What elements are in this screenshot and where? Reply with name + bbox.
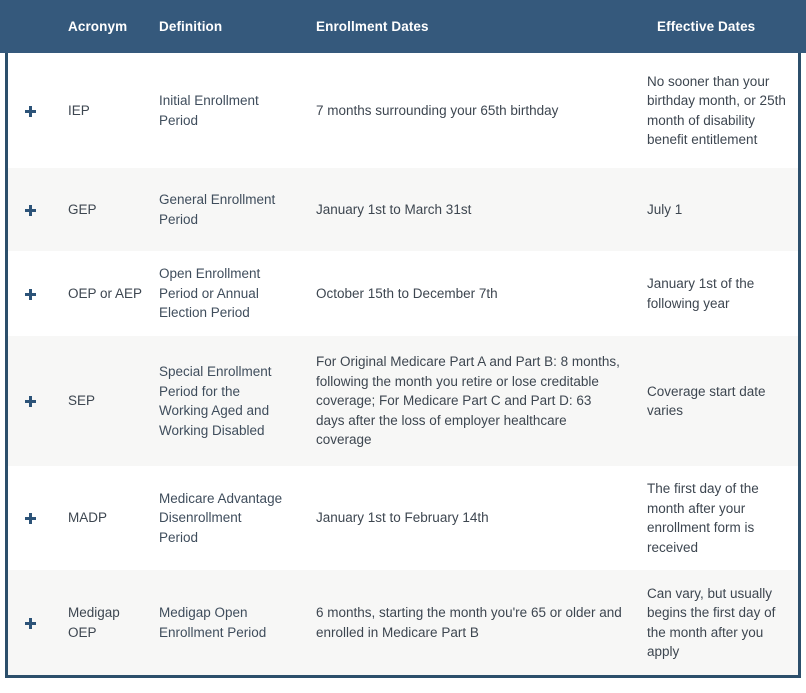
cell-definition: Initial Enrollment Period: [143, 91, 283, 130]
cell-enrollment-dates: October 15th to December 7th: [283, 284, 640, 304]
row-expand-toggle[interactable]: [8, 101, 53, 121]
table-body: IEPInitial Enrollment Period7 months sur…: [5, 53, 801, 678]
table-header-row: Acronym Definition Enrollment Dates Effe…: [0, 0, 806, 53]
cell-definition: General Enrollment Period: [143, 190, 283, 229]
cell-effective-dates: The first day of the month after your en…: [640, 479, 798, 557]
table-row[interactable]: IEPInitial Enrollment Period7 months sur…: [8, 53, 798, 168]
row-expand-toggle[interactable]: [8, 508, 53, 528]
header-cell-effective-dates: Effective Dates: [645, 19, 806, 34]
table-row[interactable]: MADPMedicare Advantage Disenrollment Per…: [8, 466, 798, 570]
cell-effective-dates: Can vary, but usually begins the first d…: [640, 584, 798, 662]
cell-effective-dates: Coverage start date varies: [640, 382, 798, 421]
cell-acronym: MADP: [53, 508, 143, 528]
cell-definition: Medigap Open Enrollment Period: [143, 603, 283, 642]
cell-acronym: SEP: [53, 391, 143, 411]
table-row[interactable]: SEPSpecial Enrollment Period for the Wor…: [8, 336, 798, 466]
plus-icon[interactable]: [25, 289, 36, 300]
table-row[interactable]: OEP or AEPOpen Enrollment Period or Annu…: [8, 251, 798, 336]
cell-effective-dates: No sooner than your birthday month, or 2…: [640, 72, 798, 150]
cell-definition: Open Enrollment Period or Annual Electio…: [143, 264, 283, 323]
plus-icon[interactable]: [25, 618, 36, 629]
cell-definition: Medicare Advantage Disenrollment Period: [143, 489, 283, 548]
cell-effective-dates: January 1st of the following year: [640, 274, 798, 313]
plus-icon[interactable]: [25, 513, 36, 524]
plus-icon[interactable]: [25, 106, 36, 117]
cell-acronym: GEP: [53, 200, 143, 220]
row-expand-toggle[interactable]: [8, 391, 53, 411]
row-expand-toggle[interactable]: [8, 200, 53, 220]
plus-icon[interactable]: [25, 205, 36, 216]
medicare-enrollment-table: Acronym Definition Enrollment Dates Effe…: [0, 0, 806, 693]
cell-enrollment-dates: For Original Medicare Part A and Part B:…: [283, 352, 640, 450]
cell-enrollment-dates: 6 months, starting the month you're 65 o…: [283, 603, 640, 642]
cell-acronym: OEP or AEP: [53, 284, 143, 304]
table-row[interactable]: Medigap OEPMedigap Open Enrollment Perio…: [8, 570, 798, 675]
cell-acronym: IEP: [53, 101, 143, 121]
cell-enrollment-dates: January 1st to March 31st: [283, 200, 640, 220]
cell-enrollment-dates: 7 months surrounding your 65th birthday: [283, 101, 640, 121]
cell-definition: Special Enrollment Period for the Workin…: [143, 362, 283, 440]
cell-effective-dates: July 1: [640, 200, 798, 220]
header-cell-enrollment-dates: Enrollment Dates: [278, 19, 645, 34]
table-row[interactable]: GEPGeneral Enrollment PeriodJanuary 1st …: [8, 168, 798, 251]
cell-acronym: Medigap OEP: [53, 603, 143, 642]
header-cell-definition: Definition: [138, 19, 278, 34]
plus-icon[interactable]: [25, 396, 36, 407]
row-expand-toggle[interactable]: [8, 613, 53, 633]
cell-enrollment-dates: January 1st to February 14th: [283, 508, 640, 528]
row-expand-toggle[interactable]: [8, 284, 53, 304]
header-cell-acronym: Acronym: [48, 19, 138, 34]
